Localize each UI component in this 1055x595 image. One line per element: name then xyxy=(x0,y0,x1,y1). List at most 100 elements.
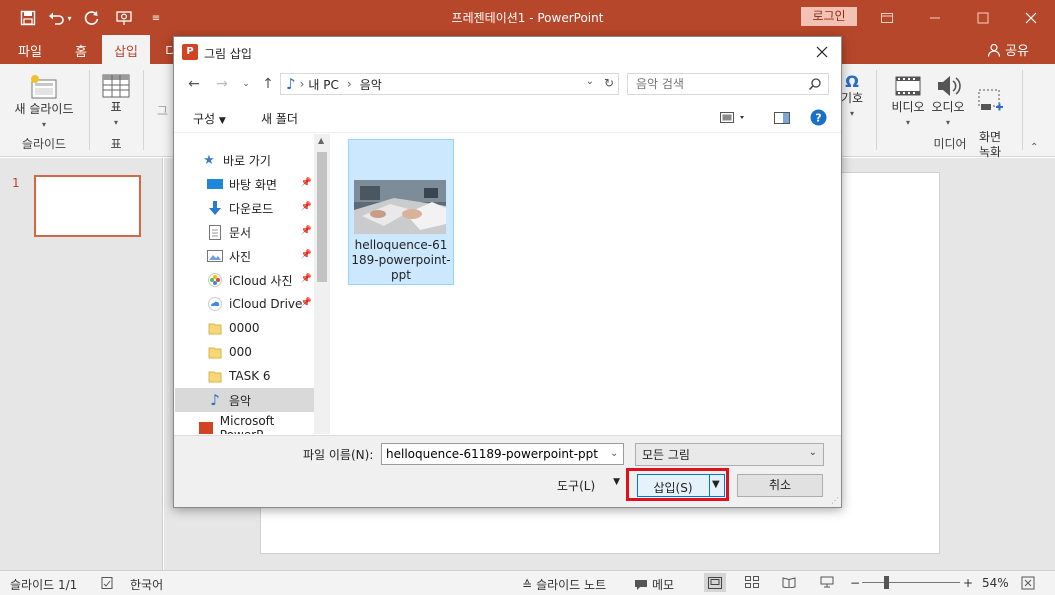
comments-label: 메모 xyxy=(652,578,675,592)
help-icon[interactable]: ? xyxy=(810,109,827,129)
login-button[interactable]: 로그인 xyxy=(801,7,857,26)
slideshow-view-icon[interactable] xyxy=(820,576,834,588)
ribbon-display-options-icon[interactable] xyxy=(863,0,911,35)
share-button[interactable]: 공유 xyxy=(987,40,1029,59)
nav-item-quick-access[interactable]: ★ 바로 가기 xyxy=(175,148,314,172)
pin-icon: 📌 xyxy=(300,178,312,188)
zoom-slider[interactable] xyxy=(862,582,960,583)
nav-item-icloud-drive[interactable]: iCloud Drive 📌 xyxy=(175,292,314,316)
navigation-row: ← → ⌄ ↑ ♪ › 내 PC › 음악 ⌄ ↻ xyxy=(174,71,841,99)
chevron-down-icon[interactable]: ⌄ xyxy=(610,448,618,459)
nav-item-label: 다운로드 xyxy=(229,201,274,216)
nav-item-label: 음악 xyxy=(229,393,252,408)
nav-item-downloads[interactable]: 다운로드 📌 xyxy=(175,196,314,220)
table-button[interactable]: 표 ▾ xyxy=(98,74,134,130)
forward-arrow-icon[interactable]: → xyxy=(212,74,232,94)
icloud-drive-icon xyxy=(207,296,223,312)
film-icon xyxy=(895,76,921,96)
scrollbar-thumb[interactable] xyxy=(317,152,327,282)
media-group-label: 미디어 xyxy=(933,137,967,151)
nav-item-pictures[interactable]: 사진 📌 xyxy=(175,244,314,268)
tab-file[interactable]: 파일 xyxy=(18,41,42,60)
nav-item-label: 0000 xyxy=(229,321,260,335)
reading-view-icon[interactable] xyxy=(782,576,796,588)
navigation-pane: ★ 바로 가기 바탕 화면 📌 다운로드 📌 문서 📌 사진 📌 iCloud … xyxy=(175,134,330,434)
resize-grip-icon[interactable]: ⋰ xyxy=(831,496,839,505)
media-group: 비디오 ▾ 오디오 ▾ 화면 녹화 미디어 xyxy=(880,70,1020,159)
highlight-box xyxy=(626,468,729,501)
dialog-close-button[interactable] xyxy=(809,40,835,64)
tools-button[interactable]: 도구(L) ▼ xyxy=(557,477,620,494)
new-slide-button[interactable]: 새 슬라이드 ▾ xyxy=(8,74,80,132)
scroll-up-icon[interactable]: ▲ xyxy=(318,136,324,145)
navigation-scrollbar[interactable]: ▲ xyxy=(314,134,330,434)
back-arrow-icon[interactable]: ← xyxy=(184,74,204,94)
slide-thumbnail[interactable] xyxy=(34,175,141,237)
zoom-level[interactable]: 54% xyxy=(982,576,1009,590)
pin-icon: 📌 xyxy=(300,298,312,308)
video-label: 비디오 xyxy=(891,100,925,114)
nav-item-label: TASK 6 xyxy=(229,369,271,383)
nav-item-label: iCloud Drive xyxy=(229,297,303,311)
nav-item-label: 사진 xyxy=(229,249,252,264)
nav-item-icloud-photos[interactable]: iCloud 사진 📌 xyxy=(175,268,314,292)
symbol-button[interactable]: Ω 기호 ▾ xyxy=(840,74,864,121)
nav-item-label: Microsoft PowerP xyxy=(219,414,275,434)
zoom-in-icon[interactable]: + xyxy=(963,576,973,590)
collapse-ribbon-icon[interactable]: ⌃ xyxy=(1030,142,1038,153)
view-options-icon[interactable] xyxy=(720,112,748,127)
share-label: 공유 xyxy=(1005,44,1029,59)
nav-item-desktop[interactable]: 바탕 화면 📌 xyxy=(175,172,314,196)
breadcrumb-this-pc[interactable]: 내 PC xyxy=(308,76,338,93)
video-button[interactable]: 비디오 ▾ xyxy=(886,72,930,130)
file-name: helloquence-61189-powerpoint-ppt xyxy=(351,238,451,282)
normal-view-icon[interactable] xyxy=(704,573,726,592)
maximize-icon[interactable] xyxy=(959,0,1007,35)
filename-input[interactable] xyxy=(381,443,624,465)
pin-icon: 📌 xyxy=(300,202,312,212)
screen-record-icon xyxy=(978,89,1003,111)
notes-button[interactable]: ≙ 슬라이드 노트 xyxy=(522,576,606,593)
recent-locations-icon[interactable]: ⌄ xyxy=(236,74,256,94)
nav-item-folder-0000[interactable]: 0000 xyxy=(175,316,314,340)
comments-button[interactable]: 메모 xyxy=(634,576,674,593)
minimize-icon[interactable] xyxy=(911,0,959,35)
tab-insert[interactable]: 삽입 xyxy=(102,35,150,64)
nav-item-folder-000[interactable]: 000 xyxy=(175,340,314,364)
dialog-title: 그림 삽입 xyxy=(204,47,252,61)
file-type-select[interactable]: 모든 그림 ⌄ xyxy=(635,443,824,466)
group-divider xyxy=(876,70,877,150)
nav-item-microsoft-powerpoint[interactable]: Microsoft PowerP xyxy=(175,414,314,434)
refresh-icon[interactable]: ↻ xyxy=(604,76,614,90)
slide-sorter-view-icon[interactable] xyxy=(745,576,759,588)
chevron-down-icon: ▾ xyxy=(905,118,910,127)
file-item[interactable]: helloquence-61189-powerpoint-ppt xyxy=(348,139,454,285)
organize-button[interactable]: 구성 ▼ xyxy=(193,110,226,127)
nav-item-documents[interactable]: 문서 📌 xyxy=(175,220,314,244)
folder-icon xyxy=(207,320,223,336)
zoom-out-icon[interactable]: − xyxy=(850,576,860,590)
audio-label: 오디오 xyxy=(931,100,965,114)
search-icon[interactable] xyxy=(808,77,822,91)
tab-home[interactable]: 홈 xyxy=(75,41,87,60)
nav-item-music[interactable]: ♪ 음악 xyxy=(175,388,314,412)
comment-icon xyxy=(635,579,647,590)
chevron-down-icon: ▾ xyxy=(849,109,854,118)
new-folder-button[interactable]: 새 폴더 xyxy=(261,110,298,127)
fit-to-window-icon[interactable] xyxy=(1021,576,1035,590)
search-box[interactable] xyxy=(627,73,829,95)
preview-pane-icon[interactable] xyxy=(774,112,790,127)
close-icon[interactable] xyxy=(1007,0,1055,35)
up-arrow-icon[interactable]: ↑ xyxy=(258,74,278,94)
audio-button[interactable]: 오디오 ▾ xyxy=(928,72,968,130)
address-bar[interactable]: ♪ › 내 PC › 음악 ⌄ ↻ xyxy=(280,73,619,95)
language-indicator[interactable]: 한국어 xyxy=(130,576,163,593)
chevron-down-icon[interactable]: ⌄ xyxy=(586,76,594,87)
cancel-button[interactable]: 취소 xyxy=(737,474,823,497)
search-input[interactable] xyxy=(636,74,806,94)
breadcrumb-music[interactable]: 음악 xyxy=(360,76,382,93)
nav-item-folder-task6[interactable]: TASK 6 xyxy=(175,364,314,388)
slides-group-label: 슬라이드 xyxy=(21,137,67,151)
zoom-slider-handle[interactable] xyxy=(884,576,889,589)
spell-check-icon[interactable] xyxy=(100,576,114,590)
